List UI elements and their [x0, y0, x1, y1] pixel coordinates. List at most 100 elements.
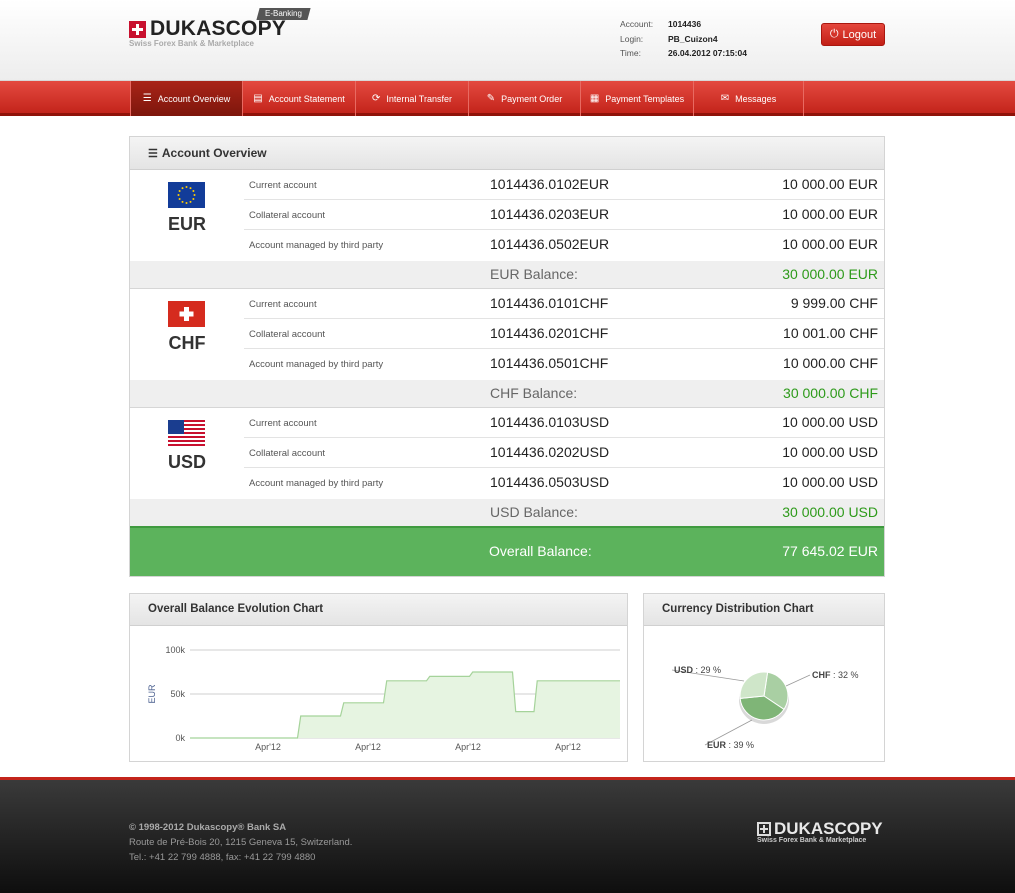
x-tick-label: Apr'12 — [255, 742, 281, 752]
power-icon: ⏻ — [829, 28, 839, 40]
account-row[interactable]: Current account 1014436.0103USD 10 000.0… — [244, 408, 884, 438]
nav-messages[interactable]: ✉ Messages — [694, 81, 804, 116]
account-amount: 10 001.00 CHF — [783, 325, 878, 341]
pie-label: CHF : 32 % — [812, 670, 859, 680]
account-number: 1014436.0503USD — [490, 474, 610, 490]
header: DUKASCOPY Swiss Forex Bank & Marketplace… — [0, 0, 1015, 81]
footer-address: Route de Pré-Bois 20, 1215 Geneva 15, Sw… — [129, 837, 353, 848]
list-icon: ☰ — [148, 147, 158, 160]
nav-payment-order[interactable]: ✎ Payment Order — [469, 81, 581, 116]
document-icon: ▤ — [253, 92, 263, 104]
balance-label: USD Balance: — [490, 504, 578, 520]
account-type: Collateral account — [249, 329, 326, 340]
account-type: Current account — [249, 299, 317, 310]
balance-label: EUR Balance: — [490, 266, 578, 282]
refresh-icon: ⟳ — [372, 92, 381, 104]
area-fill — [190, 672, 620, 738]
account-type: Account managed by third party — [249, 240, 384, 251]
footer-phone: Tel.: +41 22 799 4888, fax: +41 22 799 4… — [129, 852, 316, 863]
account-amount: 10 000.00 USD — [782, 444, 878, 460]
footer-logo-subtitle: Swiss Forex Bank & Marketplace — [757, 837, 867, 844]
logout-button[interactable]: ⏻ Logout — [821, 23, 885, 46]
balance-row: EUR Balance: 30 000.00 EUR — [130, 261, 884, 288]
time-value: 26.04.2012 07:15:04 — [668, 48, 747, 58]
account-amount: 10 000.00 EUR — [782, 236, 878, 252]
account-row[interactable]: Collateral account 1014436.0201CHF 10 00… — [244, 319, 884, 349]
x-tick-label: Apr'12 — [555, 742, 581, 752]
logo-text: DUKASCOPY — [150, 17, 286, 40]
account-amount: 9 999.00 CHF — [790, 295, 878, 311]
account-number: 1014436.0103USD — [490, 414, 610, 430]
account-row[interactable]: Account managed by third party 1014436.0… — [244, 349, 884, 379]
panel-header: ☰ Account Overview — [130, 137, 884, 170]
overall-balance-value: 77 645.02 EUR — [782, 543, 878, 559]
nav-account-statement[interactable]: ▤ Account Statement — [243, 81, 356, 116]
account-type: Collateral account — [249, 448, 326, 459]
dukascopy-logo[interactable]: DUKASCOPY Swiss Forex Bank & Marketplace — [129, 18, 309, 52]
ebanking-tag: E-Banking — [256, 8, 311, 20]
account-number: 1014436.0501CHF — [490, 355, 609, 371]
template-icon: ▦ — [589, 92, 600, 104]
account-number: 1014436.0201CHF — [490, 325, 609, 341]
list-icon: ☰ — [142, 92, 152, 104]
swiss-flag-icon — [168, 301, 205, 327]
time-label: Time: — [620, 48, 641, 58]
chart-title: Overall Balance Evolution Chart — [130, 594, 627, 626]
account-row[interactable]: Current account 1014436.0102EUR 10 000.0… — [244, 170, 884, 200]
nav-payment-templates[interactable]: ▦ Payment Templates — [581, 81, 694, 116]
chart-title: Currency Distribution Chart — [644, 594, 884, 626]
account-label: Account: — [620, 19, 654, 29]
nav-label: Messages — [735, 93, 777, 104]
account-amount: 10 000.00 EUR — [782, 176, 878, 192]
nav-account-overview[interactable]: ☰ Account Overview — [130, 81, 243, 116]
logout-label: Logout — [842, 28, 877, 41]
login-label: Login: — [620, 33, 644, 44]
eu-flag-icon — [168, 182, 205, 208]
balance-evolution-panel: Overall Balance Evolution Chart 100k 50k 0… — [129, 593, 628, 762]
pie-label: EUR : 39 % — [707, 740, 754, 750]
account-row[interactable]: Current account 1014436.0101CHF 9 999.00… — [244, 289, 884, 319]
account-row[interactable]: Account managed by third party 1014436.0… — [244, 468, 884, 498]
currency-block-chf: CHF Current account 1014436.0101CHF 9 99… — [130, 289, 884, 408]
account-amount: 10 000.00 EUR — [782, 206, 878, 222]
balance-amount: 30 000.00 CHF — [783, 385, 878, 401]
currency-block-eur: EUR Current account 1014436.0102EUR 10 0… — [130, 170, 884, 289]
y-tick-label: 0k — [175, 733, 185, 743]
nav-label: Account Overview — [157, 93, 231, 104]
nav-label: Account Statement — [268, 93, 345, 104]
pie-slice — [739, 671, 769, 699]
account-type: Current account — [249, 180, 317, 191]
account-amount: 10 000.00 USD — [782, 414, 878, 430]
account-row[interactable]: Collateral account 1014436.0202USD 10 00… — [244, 438, 884, 468]
account-number: 1014436.0101CHF — [490, 295, 609, 311]
currency-distribution-panel: Currency Distribution Chart CHF : 32 % EU… — [643, 593, 885, 762]
currency-code: CHF — [168, 333, 206, 353]
pie-leader — [785, 674, 811, 687]
swiss-cross-icon — [757, 822, 771, 836]
footer: © 1998-2012 Dukascopy® Bank SA Route de … — [0, 777, 1015, 893]
nav-label: Payment Templates — [605, 93, 685, 104]
edit-icon: ✎ — [486, 92, 496, 104]
account-type: Account managed by third party — [249, 359, 384, 370]
y-tick-label: 100k — [165, 645, 185, 655]
swiss-cross-icon — [129, 21, 146, 38]
account-row[interactable]: Account managed by third party 1014436.0… — [244, 230, 884, 260]
nav-label: Payment Order — [501, 93, 563, 104]
account-amount: 10 000.00 USD — [782, 474, 878, 490]
account-info: Account: 1014436 Login: PB_Cuizon4 Time:… — [620, 17, 747, 61]
balance-row: USD Balance: 30 000.00 USD — [130, 499, 884, 526]
currency-block-usd: USD Current account 1014436.0103USD 10 0… — [130, 408, 884, 527]
footer-logo[interactable]: DUKASCOPY Swiss Forex Bank & Marketplace — [757, 820, 887, 850]
balance-amount: 30 000.00 USD — [782, 504, 878, 520]
account-type: Account managed by third party — [249, 478, 384, 489]
pie-label: USD : 29 % — [674, 665, 721, 675]
footer-copyright: © 1998-2012 Dukascopy® Bank SA — [129, 822, 287, 833]
account-number: 1014436.0502EUR — [490, 236, 610, 252]
account-row[interactable]: Collateral account 1014436.0203EUR 10 00… — [244, 200, 884, 230]
currency-distribution-chart: CHF : 32 % EUR : 39 % USD : 29 % — [671, 665, 859, 750]
account-number: 1014436.0202USD — [490, 444, 610, 460]
y-axis-label: EUR — [147, 684, 157, 704]
nav-internal-transfer[interactable]: ⟳ Internal Transfer — [356, 81, 469, 116]
account-number: 1014436.0203EUR — [490, 206, 610, 222]
account-overview-panel: ☰ Account Overview EUR Current account 1… — [129, 136, 885, 577]
